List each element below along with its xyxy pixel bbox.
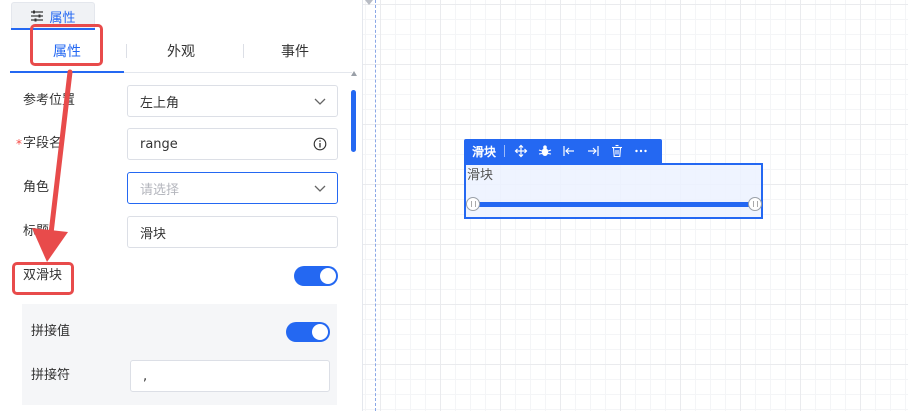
slider-handle-start[interactable]: [466, 197, 480, 211]
tab-appearance[interactable]: 外观: [124, 30, 238, 72]
chevron-down-icon: [314, 185, 326, 192]
align-left-icon[interactable]: [562, 144, 576, 158]
sliders-icon: [31, 10, 44, 22]
property-panel: 属性 属性 外观 事件 参考位置 左上角 * 字段名 range 角色 请选择 …: [0, 0, 363, 411]
required-mark: *: [16, 137, 22, 151]
form-row-join-value: 拼接值: [10, 316, 340, 348]
delete-icon[interactable]: [610, 144, 624, 158]
info-icon[interactable]: [313, 137, 327, 151]
form-row-title: 标题 滑块: [10, 216, 340, 248]
canvas-top-marker: [365, 0, 373, 5]
tab-events[interactable]: 事件: [238, 30, 352, 72]
role-select[interactable]: 请选择: [127, 172, 338, 204]
separator-label: 拼接符: [31, 368, 71, 383]
tab-appearance-label: 外观: [167, 44, 195, 60]
separator-value: ,: [143, 368, 148, 384]
move-icon[interactable]: [514, 144, 528, 158]
join-value-switch[interactable]: [286, 322, 330, 342]
ref-position-label: 参考位置: [23, 93, 76, 108]
title-value: 滑块: [140, 226, 167, 242]
separator-input[interactable]: ,: [130, 360, 330, 392]
annotation-highlight-properties-tab: [30, 24, 103, 66]
slider-component[interactable]: 滑块: [464, 163, 763, 219]
component-toolbar-name: 滑块: [472, 144, 497, 159]
bug-icon[interactable]: [538, 144, 552, 158]
toolbar-divider: [504, 145, 506, 157]
slider-rail[interactable]: [472, 202, 755, 207]
form-row-field-name: * 字段名 range: [10, 128, 340, 160]
form-row-ref-position: 参考位置 左上角: [10, 85, 340, 117]
title-label: 标题: [23, 224, 50, 239]
join-value-label: 拼接值: [31, 324, 71, 339]
scrollbar-thumb[interactable]: [351, 90, 356, 152]
slider-handle-end[interactable]: [748, 197, 762, 211]
ref-position-value: 左上角: [140, 95, 180, 111]
scroll-up-icon[interactable]: [350, 70, 358, 78]
field-name-value: range: [140, 136, 178, 152]
canvas-guide-line: [375, 0, 376, 411]
annotation-highlight-dual-slider: [12, 262, 74, 295]
role-placeholder: 请选择: [140, 182, 180, 198]
role-label: 角色: [23, 180, 50, 195]
form-row-role: 角色 请选择: [10, 172, 340, 204]
tab-events-label: 事件: [281, 44, 309, 60]
dual-slider-switch[interactable]: [294, 266, 338, 286]
design-canvas[interactable]: 滑块 滑块: [363, 0, 908, 411]
field-name-label: 字段名: [23, 136, 63, 151]
active-tab-indicator: [10, 71, 124, 73]
align-right-icon[interactable]: [586, 144, 600, 158]
form-row-separator: 拼接符 ,: [10, 360, 340, 392]
ref-position-select[interactable]: 左上角: [127, 85, 338, 117]
field-name-input[interactable]: range: [127, 128, 338, 160]
slider-component-label: 滑块: [467, 168, 494, 183]
component-toolbar: 滑块: [464, 139, 662, 163]
chevron-down-icon: [314, 98, 326, 105]
more-icon[interactable]: [634, 144, 648, 158]
panel-header-tab-label: 属性: [49, 10, 76, 26]
panel-scrollbar[interactable]: [350, 70, 358, 410]
title-input[interactable]: 滑块: [127, 216, 338, 248]
